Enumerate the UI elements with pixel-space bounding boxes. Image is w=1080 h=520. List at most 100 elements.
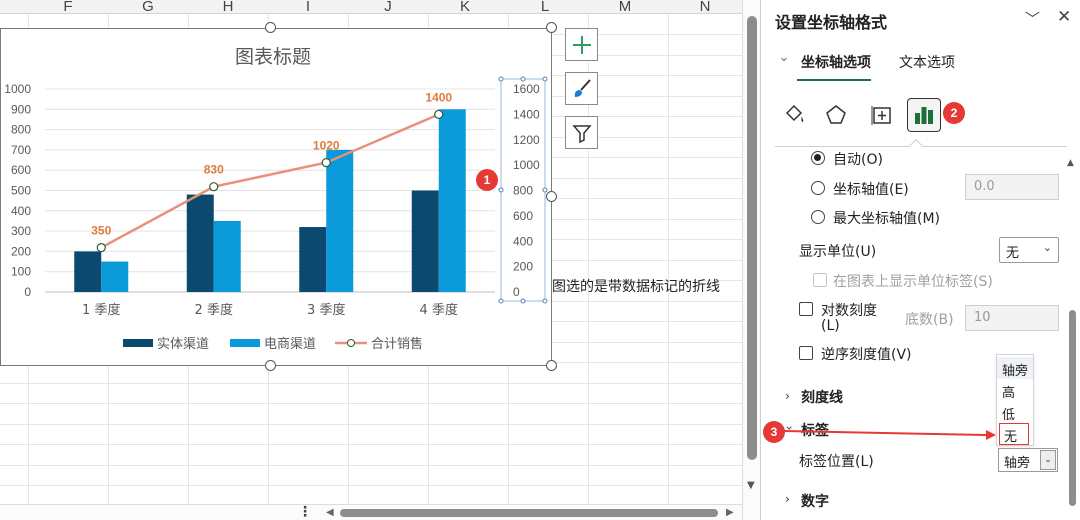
column-h[interactable]: H [218,0,238,15]
axis-selection-handle[interactable] [542,187,548,193]
bar-online[interactable] [326,149,354,292]
right-axis-tick-label[interactable]: 1000 [513,158,540,172]
right-axis-tick-label[interactable]: 1200 [513,133,540,147]
legend-label[interactable]: 电商渠道 [264,337,316,352]
fill-line-category[interactable] [777,98,811,132]
bar-online[interactable] [213,220,241,292]
axis-selection-handle[interactable] [498,187,504,193]
tab-text-options[interactable]: 文本选项 [899,52,955,72]
bar-online[interactable] [101,261,129,292]
sheet-vertical-scrollbar[interactable]: ▼ [742,0,760,520]
scroll-thumb[interactable] [747,16,757,460]
legend-swatch[interactable] [123,339,153,347]
line-marker[interactable] [209,182,219,192]
close-icon[interactable]: ✕ [1057,7,1071,27]
chart-title[interactable]: 图表标题 [235,46,311,68]
scroll-left-icon[interactable]: ◀ [326,507,334,518]
resize-handle-top[interactable] [265,22,276,33]
section-number[interactable]: 数字 [801,491,829,511]
more-options-icon[interactable]: ⋮ [298,504,312,520]
bar-online[interactable] [438,109,466,292]
left-axis-tick-label[interactable]: 700 [11,143,31,157]
column-m[interactable]: M [615,0,635,15]
data-label[interactable]: 350 [91,224,111,238]
cell-text[interactable]: 图选的是带数据标记的折线 [552,276,720,296]
log-scale-checkbox[interactable] [799,302,813,316]
resize-handle-right[interactable] [546,191,557,202]
resize-handle-bottom-right[interactable] [546,360,557,371]
axis-selection-handle[interactable] [542,298,548,304]
left-axis-tick-label[interactable]: 500 [11,184,31,198]
line-total-sales[interactable] [100,113,440,249]
right-axis-tick-label[interactable]: 1400 [513,107,540,121]
data-label[interactable]: 830 [204,163,224,177]
axis-value-input[interactable]: 0.0 [965,174,1059,200]
category-label[interactable]: 1 季度 [82,302,120,318]
left-axis-tick-label[interactable]: 1000 [4,82,31,96]
legend-swatch-marker[interactable] [347,339,355,347]
line-marker[interactable] [96,242,106,253]
chevron-right-icon[interactable]: › [785,389,790,403]
bar-physical[interactable] [411,190,439,293]
option-none[interactable]: 无 [999,423,1029,445]
scroll-thumb[interactable] [340,509,718,517]
worksheet[interactable]: F G H I J K L M N 图选的是带数据标记的折线 图表标题 0 100 2… [0,0,742,520]
radio-max-axis-value[interactable] [811,210,825,224]
column-g[interactable]: G [138,0,158,15]
option-low[interactable]: 低 [997,401,1033,423]
radio-auto[interactable] [811,151,825,165]
radio-axis-value[interactable] [811,181,825,195]
data-label[interactable]: 1400 [425,90,452,104]
legend-label[interactable]: 实体渠道 [157,337,209,352]
left-axis-tick-label[interactable]: 600 [11,163,31,177]
axis-selection-handle[interactable] [520,76,526,82]
chart-elements-button[interactable] [565,28,598,61]
line-marker[interactable] [321,157,331,168]
reverse-order-checkbox[interactable] [799,346,813,360]
category-label[interactable]: 2 季度 [195,302,233,318]
bar-physical[interactable] [74,251,102,292]
right-axis-tick-label[interactable]: 1600 [513,82,540,96]
label-position-select[interactable]: 轴旁 ⌄ [998,448,1058,472]
resize-handle-top-right[interactable] [546,22,557,33]
option-next-to-axis[interactable]: 轴旁 [997,357,1033,379]
left-axis-tick-label[interactable]: 100 [11,265,31,279]
left-axis-tick-label[interactable]: 400 [11,204,31,218]
category-label[interactable]: 3 季度 [307,302,345,318]
chart-styles-button[interactable] [565,72,598,105]
scroll-down-icon[interactable]: ▼ [747,480,755,491]
right-axis-tick-label[interactable]: 800 [513,184,533,198]
column-n[interactable]: N [695,0,715,15]
chevron-right-icon[interactable]: › [785,492,790,506]
chart-filters-button[interactable] [565,116,598,149]
sheet-horizontal-scrollbar[interactable]: ⋮ ◀ ▶ [0,504,742,520]
axis-selection-handle[interactable] [498,76,504,82]
scroll-right-icon[interactable]: ▶ [726,507,734,518]
column-i[interactable]: I [298,0,318,15]
axis-selection-handle[interactable] [520,298,526,304]
size-properties-category[interactable] [865,98,899,132]
chevron-down-icon[interactable]: ⌄ [1040,450,1056,470]
radio-max-axis-value-label[interactable]: 最大坐标轴值(M) [833,208,940,228]
axis-selection-handle[interactable] [498,298,504,304]
category-label[interactable]: 4 季度 [420,302,458,318]
data-label[interactable]: 1020 [313,139,340,153]
axis-selection-handle[interactable] [542,76,548,82]
right-axis-tick-label[interactable]: 400 [513,234,533,248]
right-axis-tick-label[interactable]: 0 [513,285,520,299]
right-axis-tick-label[interactable]: 600 [513,209,533,223]
left-axis-tick-label[interactable]: 900 [11,102,31,116]
effects-category[interactable] [819,98,853,132]
column-k[interactable]: K [455,0,475,15]
line-marker[interactable] [434,109,444,119]
resize-handle-bottom[interactable] [265,360,276,371]
chevron-down-icon[interactable]: ﹀ [1025,8,1040,29]
left-axis-tick-label[interactable]: 200 [11,244,31,258]
left-axis-tick-label[interactable]: 0 [24,285,31,299]
show-unit-label-checkbox[interactable] [813,273,827,287]
legend-label[interactable]: 合计销售 [371,336,423,352]
pane-scroll-thumb[interactable] [1069,310,1076,506]
column-j[interactable]: J [378,0,398,15]
log-base-input[interactable]: 10 [965,305,1059,331]
left-axis-tick-label[interactable]: 800 [11,123,31,137]
